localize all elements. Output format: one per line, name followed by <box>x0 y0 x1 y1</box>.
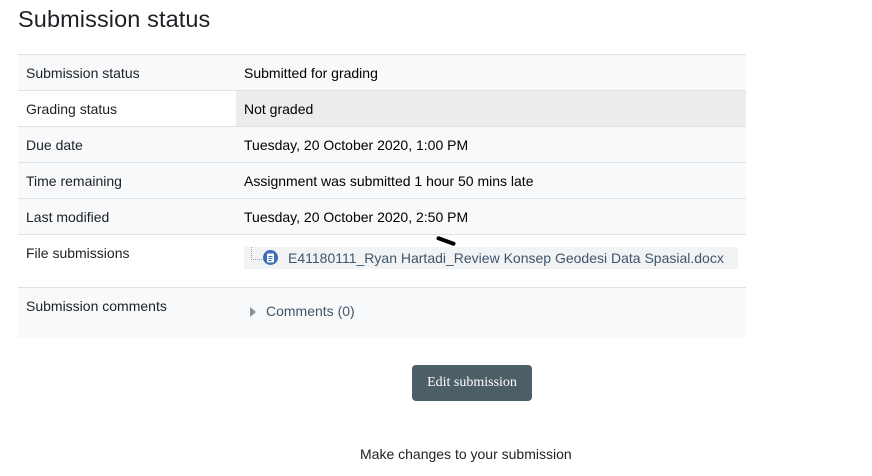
submission-comments-cell: Comments (0) <box>236 287 746 338</box>
submission-status-value: Submitted for grading <box>236 54 746 91</box>
tree-connector <box>251 247 262 260</box>
caret-right-icon <box>250 306 256 317</box>
edit-submission-button[interactable]: Edit submission <box>412 365 532 401</box>
row-label: Time remaining <box>18 162 236 199</box>
row-label: Last modified <box>18 198 236 235</box>
row-label: File submissions <box>18 234 236 288</box>
row-label: Submission status <box>18 54 236 91</box>
submission-page: Submission status Submission status Subm… <box>0 0 872 476</box>
table-row-submission-comments: Submission comments Comments (0) <box>18 287 746 338</box>
last-modified-value: Tuesday, 20 October 2020, 2:50 PM <box>236 198 746 235</box>
due-date-value: Tuesday, 20 October 2020, 1:00 PM <box>236 126 746 163</box>
time-remaining-value: Assignment was submitted 1 hour 50 mins … <box>236 162 746 199</box>
table-row-due-date: Due date Tuesday, 20 October 2020, 1:00 … <box>18 126 746 163</box>
row-label: Grading status <box>18 90 236 127</box>
submission-status-table: Submission status Submitted for grading … <box>18 54 746 338</box>
page-title: Submission status <box>18 6 211 32</box>
table-row-submission-status: Submission status Submitted for grading <box>18 54 746 91</box>
file-submissions-cell: E41180111_Ryan Hartadi_Review Konsep Geo… <box>236 234 746 288</box>
table-row-grading-status: Grading status Not graded <box>18 90 746 127</box>
comments-toggle-label: Comments (0) <box>266 303 355 319</box>
document-icon <box>263 250 278 265</box>
row-label: Submission comments <box>18 287 236 338</box>
edit-help-text: Make changes to your submission <box>360 446 572 462</box>
grading-status-value: Not graded <box>236 90 746 127</box>
table-row-file-submissions: File submissions E41180111_Ryan Hartadi_… <box>18 234 746 288</box>
submitted-file-link[interactable]: E41180111_Ryan Hartadi_Review Konsep Geo… <box>288 250 724 267</box>
comments-toggle[interactable]: Comments (0) <box>244 303 746 320</box>
row-label: Due date <box>18 126 236 163</box>
table-row-time-remaining: Time remaining Assignment was submitted … <box>18 162 746 199</box>
table-row-last-modified: Last modified Tuesday, 20 October 2020, … <box>18 198 746 235</box>
file-tree-item: E41180111_Ryan Hartadi_Review Konsep Geo… <box>244 247 738 269</box>
